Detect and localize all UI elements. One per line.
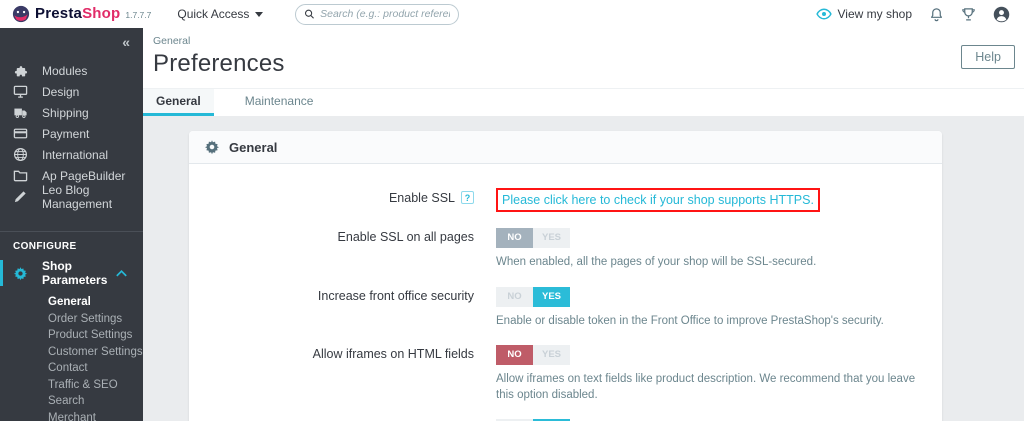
- toggle-yes-option[interactable]: YES: [533, 286, 571, 307]
- pencil-icon: [14, 191, 26, 203]
- field-label: Enable SSL on all pages: [337, 230, 474, 244]
- gear-icon: [205, 140, 219, 155]
- prestashop-admin-screen: PrestaShop 1.7.7.7 Quick Access View my …: [0, 0, 1024, 421]
- toggle-no-option[interactable]: NO: [496, 286, 533, 307]
- sidebar-subitem-search[interactable]: Search: [0, 393, 143, 410]
- sidebar-item-label: Modules: [42, 63, 88, 78]
- sidebar-subitem-product-settings[interactable]: Product Settings: [0, 327, 143, 344]
- annotation-red-box: Please click here to check if your shop …: [496, 188, 820, 212]
- topbar-actions: View my shop: [815, 6, 1024, 23]
- sidebar-subitem-order-settings[interactable]: Order Settings: [0, 311, 143, 328]
- top-bar: PrestaShop 1.7.7.7 Quick Access View my …: [0, 0, 1024, 28]
- sidebar-subitem-customer-settings[interactable]: Customer Settings: [0, 344, 143, 361]
- version-label: 1.7.7.7: [125, 10, 152, 20]
- page-header: General Preferences Help: [143, 28, 1024, 88]
- sidebar-item-label: Design: [42, 84, 80, 99]
- https-check-link[interactable]: Please click here to check if your shop …: [502, 193, 814, 207]
- chevron-down-icon: [255, 11, 264, 17]
- puzzle-icon: [14, 66, 28, 77]
- toggle-yes-option[interactable]: YES: [533, 228, 571, 248]
- folder-icon: [13, 170, 28, 182]
- sidebar-item-label: Payment: [42, 126, 90, 141]
- page-title: Preferences: [153, 50, 285, 77]
- front-office-security-row: Increase front office security NO YES En…: [189, 286, 922, 330]
- tab-general[interactable]: General: [143, 89, 214, 116]
- shop-parameters-submenu: General Order Settings Product Settings …: [0, 294, 143, 421]
- help-question-icon[interactable]: ?: [461, 191, 474, 204]
- field-hint: Allow iframes on text fields like produc…: [496, 373, 916, 401]
- sidebar-subitem-general[interactable]: General: [0, 294, 143, 311]
- gear-icon: [13, 266, 28, 280]
- sidebar-subitem-contact[interactable]: Contact: [0, 360, 143, 377]
- sidebar-item-shop-parameters[interactable]: Shop Parameters: [0, 259, 143, 287]
- sidebar-item-design[interactable]: Design: [0, 81, 143, 102]
- general-settings-form: Enable SSL? Please click here to check i…: [189, 164, 942, 421]
- view-my-shop-label: View my shop: [837, 7, 912, 21]
- toggle-yes-option[interactable]: YES: [533, 345, 571, 365]
- sidebar-item-leo-blog-management[interactable]: Leo Blog Management: [0, 183, 143, 211]
- configure-section-header: CONFIGURE: [13, 241, 77, 252]
- field-hint: Enable or disable token in the Front Off…: [496, 314, 884, 327]
- chevron-up-icon: [116, 269, 127, 276]
- field-label: Enable SSL?: [189, 188, 474, 212]
- sidebar-item-label: International: [42, 147, 109, 162]
- tab-bar: General Maintenance: [143, 88, 1024, 116]
- enable-ssl-all-pages-row: Enable SSL on all pages NO YES When enab…: [189, 227, 922, 271]
- quick-access-menu[interactable]: Quick Access: [177, 7, 264, 21]
- search-bar: [295, 3, 460, 25]
- enable-ssl-label: Enable SSL: [388, 191, 455, 205]
- field-hint: When enabled, all the pages of your shop…: [496, 256, 817, 268]
- search-input[interactable]: [320, 8, 451, 20]
- sidebar-item-label: Shop Parameters: [42, 259, 108, 287]
- quick-access-label: Quick Access: [177, 7, 250, 21]
- sidebar-nav: Modules Design Shipping Payment Internat…: [0, 60, 143, 211]
- help-button[interactable]: Help: [961, 45, 1015, 69]
- view-my-shop-link[interactable]: View my shop: [815, 7, 912, 21]
- sidebar-item-shipping[interactable]: Shipping: [0, 102, 143, 123]
- allow-iframes-row: Allow iframes on HTML fields NO YES Allo…: [189, 344, 922, 403]
- enable-ssl-row: Enable SSL? Please click here to check i…: [189, 188, 922, 212]
- panel-title: General: [229, 139, 278, 155]
- trophy-icon[interactable]: [961, 7, 976, 22]
- eye-icon: [815, 8, 832, 20]
- globe-icon: [13, 147, 28, 162]
- front-office-security-toggle[interactable]: NO YES: [496, 286, 571, 307]
- sidebar: « Modules Design Shipping Payment Intern…: [0, 28, 143, 421]
- sidebar-item-label: Shipping: [42, 105, 89, 120]
- sidebar-subitem-merchant-expertise[interactable]: Merchant Expertise: [0, 410, 143, 421]
- sidebar-item-modules[interactable]: Modules: [0, 60, 143, 81]
- search-icon: [305, 9, 315, 19]
- sidebar-subitem-traffic-seo[interactable]: Traffic & SEO: [0, 377, 143, 394]
- main-content: General Preferences Help General Mainten…: [143, 28, 1024, 421]
- user-avatar-icon[interactable]: [993, 6, 1010, 23]
- toggle-no-option[interactable]: NO: [496, 228, 533, 248]
- prestashop-logo-icon: [12, 5, 30, 23]
- brand-name-secondary: Shop: [82, 5, 121, 22]
- monitor-icon: [13, 85, 28, 98]
- field-label: Increase front office security: [317, 288, 474, 303]
- sidebar-item-label: Leo Blog Management: [42, 182, 113, 211]
- general-settings-panel: General Enable SSL? Please click here to…: [189, 131, 942, 421]
- credit-card-icon: [13, 128, 28, 139]
- sidebar-item-label: Ap PageBuilder: [42, 168, 126, 183]
- field-label: Allow iframes on HTML fields: [312, 347, 474, 361]
- brand-name-primary: Presta: [35, 5, 83, 22]
- allow-iframes-toggle[interactable]: NO YES: [496, 345, 571, 365]
- sidebar-item-payment[interactable]: Payment: [0, 123, 143, 144]
- panel-header: General: [189, 131, 942, 164]
- toggle-no-option[interactable]: NO: [496, 345, 533, 365]
- ssl-all-pages-toggle[interactable]: NO YES: [496, 228, 571, 248]
- tab-maintenance[interactable]: Maintenance: [232, 89, 327, 116]
- breadcrumb: General: [153, 35, 191, 47]
- content-area: General Enable SSL? Please click here to…: [143, 116, 1024, 421]
- truck-icon: [14, 108, 27, 118]
- notifications-bell-icon[interactable]: [929, 7, 944, 22]
- collapse-sidebar-icon[interactable]: «: [122, 34, 130, 50]
- prestashop-logo[interactable]: Presta Shop 1.7.7.7: [12, 5, 151, 23]
- sidebar-item-international[interactable]: International: [0, 144, 143, 165]
